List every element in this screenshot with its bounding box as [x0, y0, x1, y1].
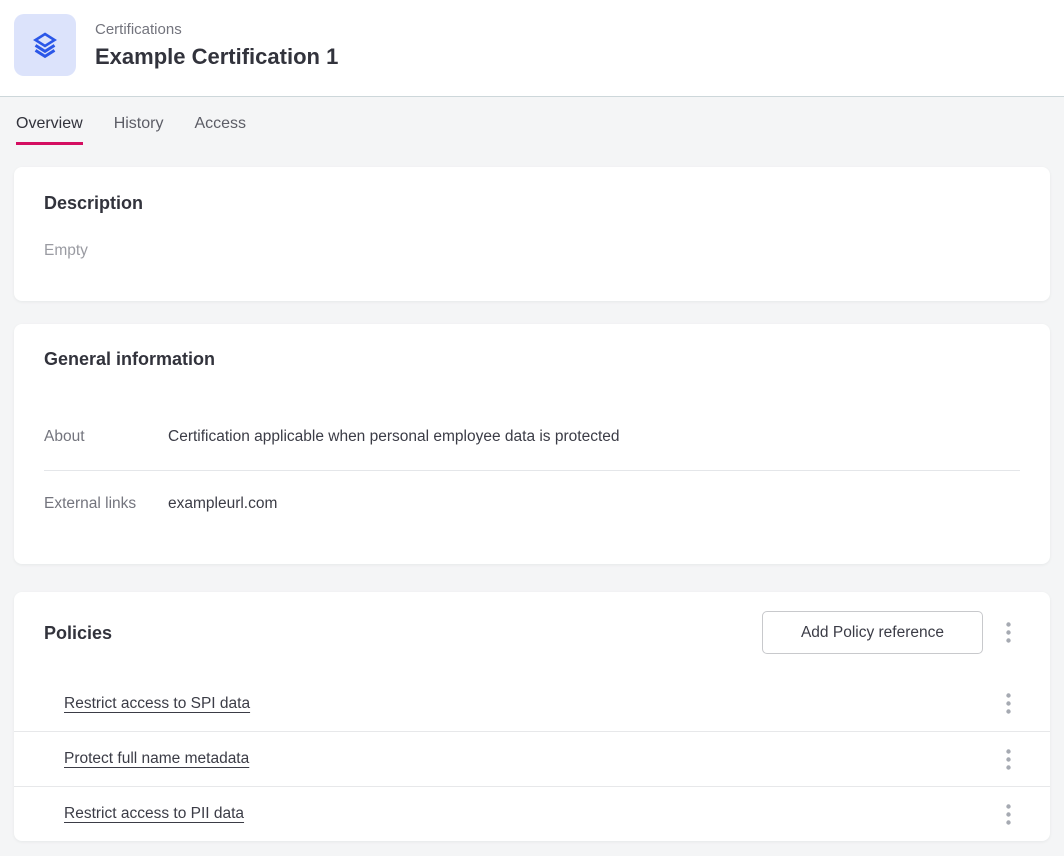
policy-link-restrict-pii[interactable]: Restrict access to PII data	[64, 805, 1000, 823]
policies-kebab-menu-icon[interactable]	[1000, 621, 1016, 645]
external-links-row: External links exampleurl.com	[44, 471, 1020, 537]
page-title: Example Certification 1	[95, 44, 338, 70]
add-policy-reference-button[interactable]: Add Policy reference	[762, 611, 983, 654]
general-information-card: General information About Certification …	[14, 324, 1050, 564]
general-information-title: General information	[44, 348, 1020, 370]
about-label: About	[44, 428, 168, 446]
policy-link-restrict-spi[interactable]: Restrict access to SPI data	[64, 695, 1000, 713]
page-header: Certifications Example Certification 1	[0, 0, 1064, 97]
description-empty-text: Empty	[44, 242, 1020, 260]
policy-link-protect-full-name[interactable]: Protect full name metadata	[64, 750, 1000, 768]
about-row: About Certification applicable when pers…	[44, 404, 1020, 471]
policy-kebab-menu-icon[interactable]	[1000, 747, 1016, 771]
layers-icon	[30, 30, 60, 60]
certification-icon	[14, 14, 76, 76]
policy-row: Restrict access to SPI data	[14, 676, 1050, 731]
description-card-title: Description	[44, 192, 1020, 214]
policies-card: Policies Add Policy reference Restrict a…	[14, 592, 1050, 841]
breadcrumb[interactable]: Certifications	[95, 21, 338, 39]
tab-bar: Overview History Access	[0, 97, 1064, 145]
tab-access[interactable]: Access	[194, 114, 246, 145]
policy-row: Restrict access to PII data	[14, 786, 1050, 841]
policy-row: Protect full name metadata	[14, 731, 1050, 786]
description-card: Description Empty	[14, 167, 1050, 301]
policies-card-header: Policies Add Policy reference	[14, 592, 1050, 676]
external-link-value[interactable]: exampleurl.com	[168, 495, 277, 513]
tab-overview[interactable]: Overview	[16, 114, 83, 145]
external-links-label: External links	[44, 495, 168, 513]
policy-kebab-menu-icon[interactable]	[1000, 692, 1016, 716]
policies-title: Policies	[44, 622, 762, 644]
about-value: Certification applicable when personal e…	[168, 428, 620, 446]
policy-kebab-menu-icon[interactable]	[1000, 802, 1016, 826]
header-text: Certifications Example Certification 1	[95, 21, 338, 70]
tab-history[interactable]: History	[114, 114, 164, 145]
